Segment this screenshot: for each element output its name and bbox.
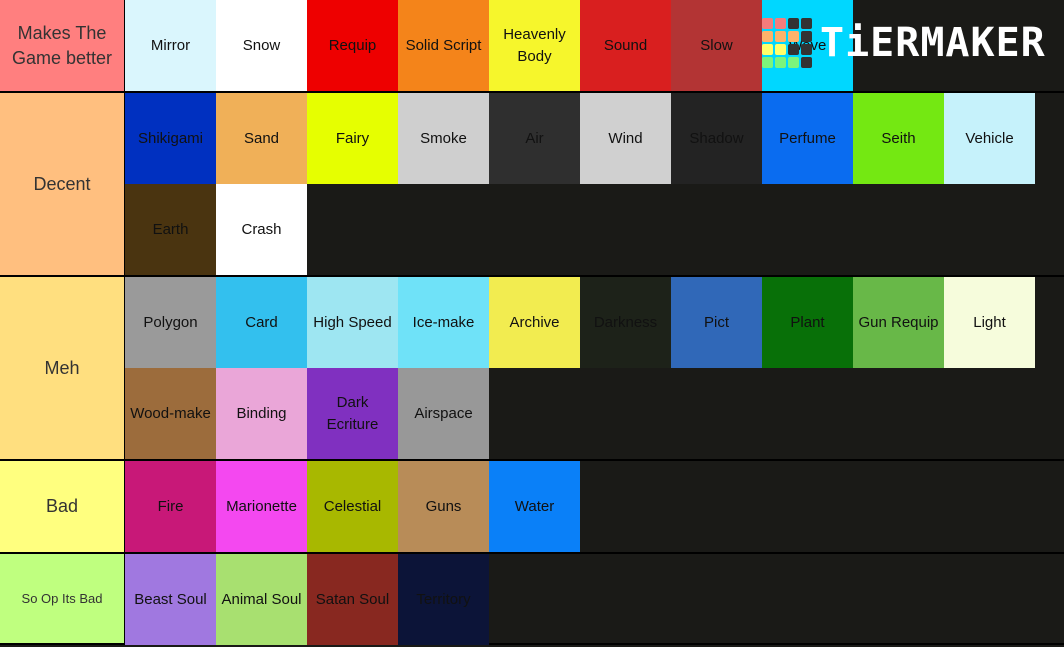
tier-item[interactable]: Plant — [762, 277, 853, 368]
grid-cell — [762, 31, 773, 42]
grid-cell — [775, 57, 786, 68]
tier-item[interactable]: Mirror — [125, 0, 216, 91]
tiermaker-logo: TiERMAKER — [762, 18, 1046, 68]
tier-list: Makes The Game better Mirror Snow Requip Sol… — [0, 0, 1064, 645]
tier-item[interactable]: Airspace — [398, 368, 489, 459]
grid-cell — [788, 18, 799, 29]
tier-item[interactable]: Archive — [489, 277, 580, 368]
tier-item[interactable]: Fairy — [307, 93, 398, 184]
tier-item[interactable]: Pict — [671, 277, 762, 368]
tier-item[interactable]: Sound — [580, 0, 671, 91]
tiermaker-grid-icon — [762, 18, 812, 68]
grid-cell — [801, 57, 812, 68]
tier-item[interactable]: Light — [944, 277, 1035, 368]
tier-label[interactable]: Meh — [0, 277, 125, 459]
tier-item[interactable]: Requip — [307, 0, 398, 91]
grid-cell — [775, 44, 786, 55]
tier-item[interactable]: Shadow — [671, 93, 762, 184]
tier-label[interactable]: So Op Its Bad — [0, 554, 125, 643]
tier-item[interactable]: Guns — [398, 461, 489, 552]
tier-item[interactable]: Wood-make — [125, 368, 216, 459]
tier-item[interactable]: Water — [489, 461, 580, 552]
grid-cell — [788, 57, 799, 68]
tier-row: Decent Shikigami Sand Fairy Smoke Air Wind Shad… — [0, 93, 1064, 277]
tier-label[interactable]: Decent — [0, 93, 125, 275]
tier-item[interactable]: Card — [216, 277, 307, 368]
tier-item[interactable]: Earth — [125, 184, 216, 275]
tier-item[interactable]: Perfume — [762, 93, 853, 184]
tier-item[interactable]: Gun Requip — [853, 277, 944, 368]
tier-items: Shikigami Sand Fairy Smoke Air Wind Shadow Perf… — [125, 93, 1045, 275]
tier-item[interactable]: Animal Soul — [216, 554, 307, 645]
tier-item[interactable]: High Speed — [307, 277, 398, 368]
tier-item[interactable]: Beast Soul — [125, 554, 216, 645]
grid-cell — [775, 18, 786, 29]
grid-cell — [762, 18, 773, 29]
tier-item[interactable]: Heavenly Body — [489, 0, 580, 91]
tier-item[interactable]: Crash — [216, 184, 307, 275]
tier-row: So Op Its Bad Beast Soul Animal Soul Satan … — [0, 554, 1064, 645]
tier-item[interactable]: Slow — [671, 0, 762, 91]
tier-item[interactable]: Ice-make — [398, 277, 489, 368]
tier-items: Polygon Card High Speed Ice-make Archive Dark… — [125, 277, 1045, 459]
grid-cell — [788, 44, 799, 55]
tier-item[interactable]: Shikigami — [125, 93, 216, 184]
tier-row: Meh Polygon Card High Speed Ice-make Archive D… — [0, 277, 1064, 461]
tier-item[interactable]: Snow — [216, 0, 307, 91]
tier-item[interactable]: Darkness — [580, 277, 671, 368]
tier-item[interactable]: Sand — [216, 93, 307, 184]
brand-name: TiERMAKER — [820, 20, 1046, 66]
tier-items: Beast Soul Animal Soul Satan Soul Territory — [125, 554, 1045, 645]
tier-item[interactable]: Seith — [853, 93, 944, 184]
tier-item[interactable]: Smoke — [398, 93, 489, 184]
grid-cell — [762, 57, 773, 68]
tier-item[interactable]: Binding — [216, 368, 307, 459]
tier-item[interactable]: Vehicle — [944, 93, 1035, 184]
tier-label[interactable]: Makes The Game better — [0, 0, 125, 91]
tier-item[interactable]: Solid Script — [398, 0, 489, 91]
tier-item[interactable]: Wind — [580, 93, 671, 184]
grid-cell — [762, 44, 773, 55]
tier-item[interactable]: Marionette — [216, 461, 307, 552]
tier-item[interactable]: Air — [489, 93, 580, 184]
tier-item[interactable]: Territory — [398, 554, 489, 645]
tier-item[interactable]: Fire — [125, 461, 216, 552]
tier-item[interactable]: Polygon — [125, 277, 216, 368]
tier-item[interactable]: Dark Ecriture — [307, 368, 398, 459]
grid-cell — [801, 31, 812, 42]
tier-items: Fire Marionette Celestial Guns Water — [125, 461, 1045, 552]
grid-cell — [801, 44, 812, 55]
grid-cell — [801, 18, 812, 29]
tier-row: Bad Fire Marionette Celestial Guns Water — [0, 461, 1064, 554]
grid-cell — [788, 31, 799, 42]
grid-cell — [775, 31, 786, 42]
tier-item[interactable]: Celestial — [307, 461, 398, 552]
tier-item[interactable]: Satan Soul — [307, 554, 398, 645]
tier-label[interactable]: Bad — [0, 461, 125, 552]
